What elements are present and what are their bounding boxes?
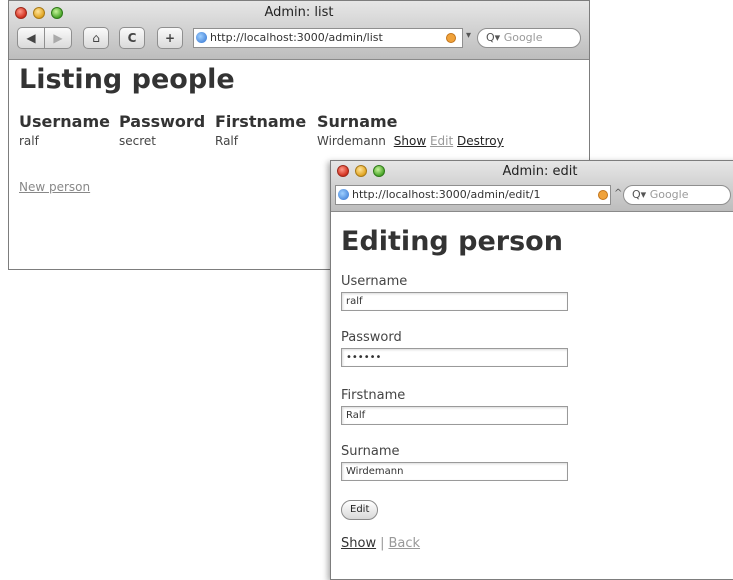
list-window-toolbar: Admin: list ◀ ▶ ⌂ C + http://localhost:3… [9,1,589,60]
back-arrow-icon: ◀ [26,31,36,45]
edit-window-toolbar: Admin: edit http://localhost:3000/admin/… [331,161,733,212]
column-header-password: Password [119,112,206,131]
column-header-surname: Surname [317,112,398,131]
search-icon: Q▾ [486,31,501,44]
address-bar[interactable]: http://localhost:3000/admin/list [193,28,463,48]
window-title: Admin: list [264,5,334,20]
plus-icon: + [164,31,176,45]
column-header-firstname: Firstname [215,112,307,131]
home-button[interactable]: ⌂ [83,27,109,49]
back-button[interactable]: ◀ [17,27,45,49]
destroy-link[interactable]: Destroy [457,134,504,148]
globe-icon [338,189,349,200]
password-label: Password [341,330,402,345]
table-header-row: Username Password Firstname Surname [19,112,508,134]
show-link[interactable]: Show [341,536,376,551]
cell-surname: Wirdemann [317,134,386,148]
search-field[interactable]: Q▾ Google [623,185,731,205]
cell-username: ralf [19,134,39,148]
cell-surname-and-actions: Wirdemann Show Edit Destroy [317,134,508,148]
address-bar[interactable]: http://localhost:3000/admin/edit/1 [335,185,611,205]
home-icon: ⌂ [92,31,100,45]
firstname-input[interactable]: Ralf [341,406,568,425]
search-icon: Q▾ [632,188,647,201]
url-dropdown-icon[interactable]: ^ [614,188,622,199]
address-text: http://localhost:3000/admin/edit/1 [352,188,541,201]
firstname-label: Firstname [341,388,406,403]
search-placeholder: Google [649,188,689,201]
reload-icon: C [127,31,137,45]
surname-input[interactable]: Wirdemann [341,462,568,481]
column-header-username: Username [19,112,110,131]
page-title: Listing people [19,64,235,95]
back-link[interactable]: Back [388,536,420,551]
link-separator: | [380,536,385,551]
add-bookmark-button[interactable]: + [157,27,183,49]
cell-password: secret [119,134,156,148]
search-field[interactable]: Q▾ Google [477,28,581,48]
forward-arrow-icon: ▶ [53,31,63,45]
bottom-links: Show | Back [341,536,420,551]
edit-submit-button[interactable]: Edit [341,500,379,520]
show-link[interactable]: Show [394,134,426,148]
people-table: Username Password Firstname Surname ralf… [19,112,508,148]
url-dropdown-icon[interactable]: ▾ [466,30,471,41]
cell-firstname: Ralf [215,134,238,148]
page-title: Editing person [341,226,563,257]
new-person-link[interactable]: New person [19,180,90,194]
username-input[interactable]: ralf [341,292,568,311]
rss-feed-icon[interactable] [598,190,608,200]
edit-page-content: Editing person Username ralf Password ••… [331,212,733,579]
globe-icon [196,32,207,43]
reload-button[interactable]: C [119,27,145,49]
password-input[interactable]: •••••• [341,348,568,367]
address-text: http://localhost:3000/admin/list [210,31,383,44]
edit-link[interactable]: Edit [430,134,453,148]
rss-feed-icon[interactable] [446,33,456,43]
search-placeholder: Google [503,31,543,44]
table-row: ralf secret Ralf Wirdemann Show Edit Des… [19,134,508,148]
surname-label: Surname [341,444,400,459]
window-title: Admin: edit [502,164,578,179]
forward-button[interactable]: ▶ [44,27,72,49]
edit-window: Admin: edit http://localhost:3000/admin/… [330,160,733,580]
username-label: Username [341,274,408,289]
